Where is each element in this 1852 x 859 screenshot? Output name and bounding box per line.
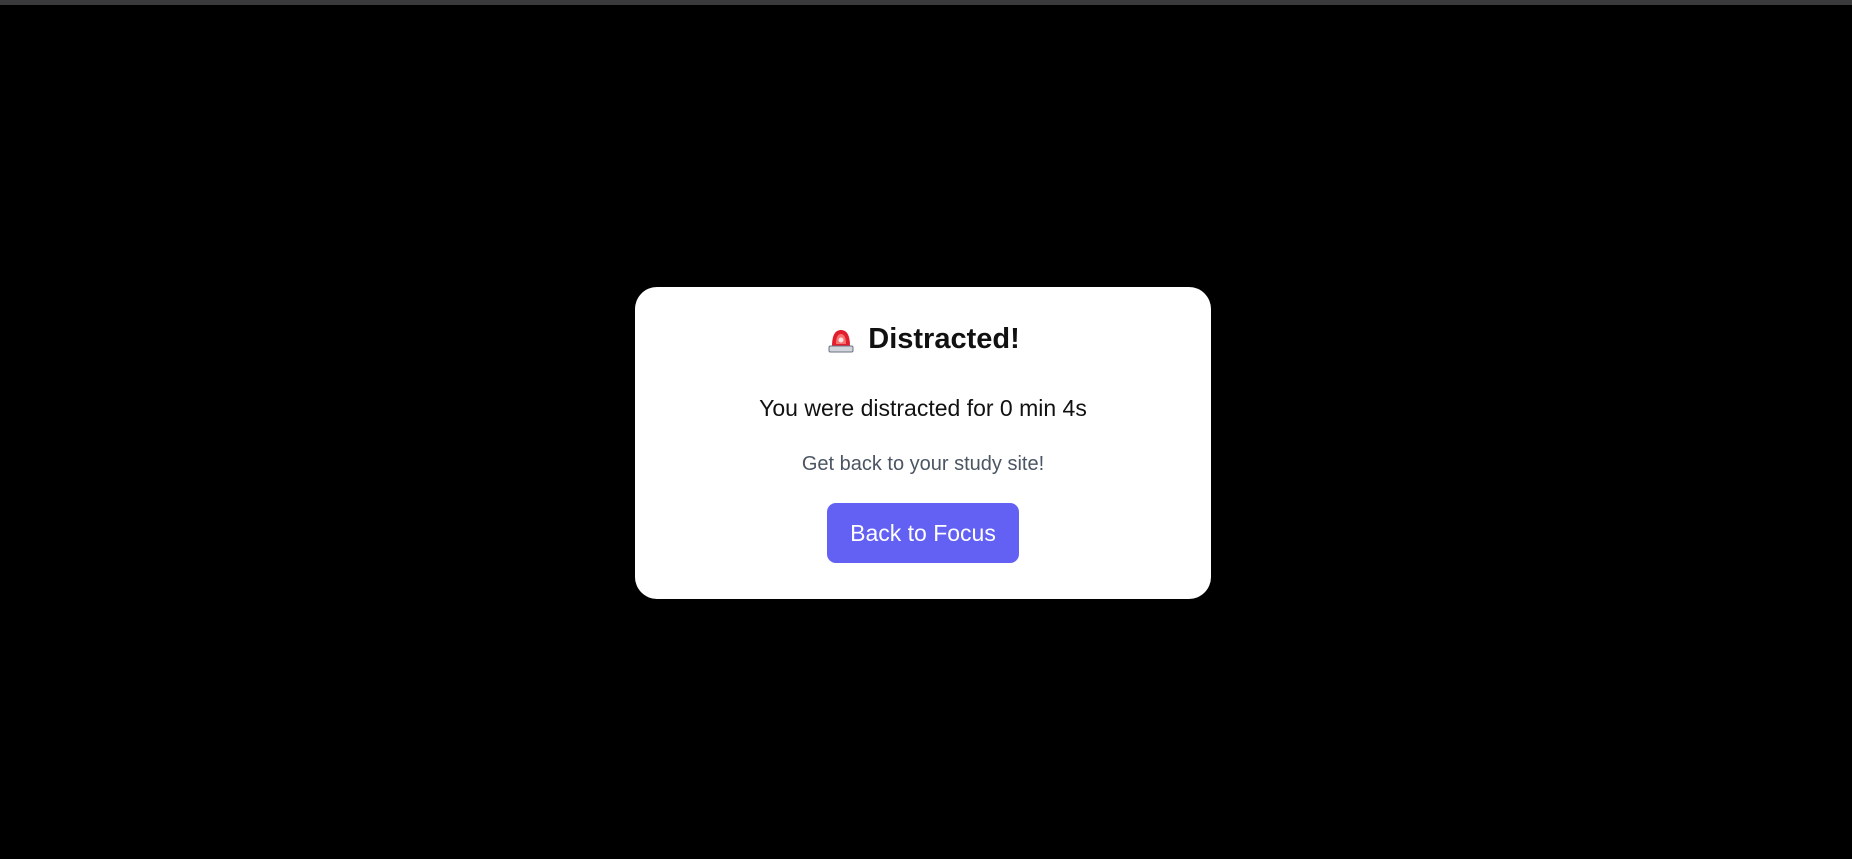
distraction-modal: Distracted! You were distracted for 0 mi… [635,287,1211,599]
back-to-focus-button[interactable]: Back to Focus [827,503,1019,563]
modal-title-row: Distracted! [635,325,1211,354]
modal-title: Distracted! [868,323,1020,355]
siren-icon [826,326,856,354]
overlay-backdrop: Distracted! You were distracted for 0 mi… [0,0,1852,859]
distraction-duration-text: You were distracted for 0 min 4s [759,395,1087,421]
hint-text: Get back to your study site! [801,453,1045,475]
